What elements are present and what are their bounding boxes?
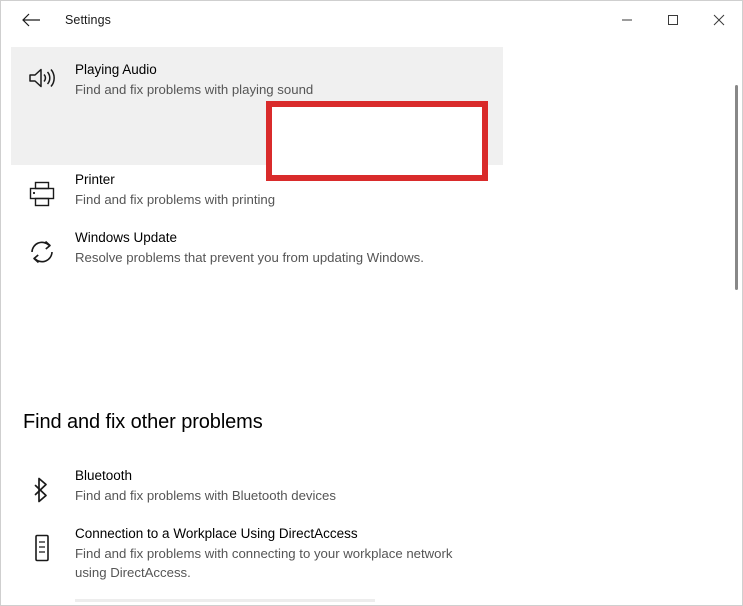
device-icon — [25, 531, 59, 565]
row-title: Connection to a Workplace Using DirectAc… — [75, 525, 501, 542]
speaker-icon-glyph — [28, 66, 56, 90]
troubleshooter-row-clipped[interactable] — [11, 599, 501, 605]
scrollbar-track[interactable] — [730, 39, 742, 605]
troubleshooter-row-printer[interactable]: Printer Find and fix problems with print… — [11, 171, 501, 209]
troubleshooter-row-directaccess[interactable]: Connection to a Workplace Using DirectAc… — [11, 525, 501, 582]
section-heading-other-problems: Find and fix other problems — [23, 411, 263, 434]
sync-icon — [25, 235, 59, 269]
row-description: Find and fix problems with printing — [75, 190, 501, 209]
row-description: Resolve problems that prevent you from u… — [75, 248, 501, 267]
printer-icon-glyph — [28, 180, 56, 208]
sync-icon-glyph — [28, 238, 56, 266]
troubleshooter-row-bluetooth[interactable]: Bluetooth Find and fix problems with Blu… — [11, 467, 501, 505]
settings-window: Settings — [0, 0, 743, 606]
device-icon-glyph — [31, 533, 53, 563]
row-title: Playing Audio — [75, 61, 503, 78]
row-title: Bluetooth — [75, 467, 501, 484]
printer-icon — [25, 177, 59, 211]
arrow-left-icon — [21, 12, 41, 28]
row-text-block: Bluetooth Find and fix problems with Blu… — [75, 467, 501, 505]
settings-content: Additional troubleshooters Find and fix … — [1, 39, 742, 605]
caption-button-group — [604, 1, 742, 39]
bluetooth-icon-glyph — [30, 476, 54, 504]
close-button[interactable] — [696, 1, 742, 39]
row-description: Find and fix problems with connecting to… — [75, 544, 475, 582]
highlight-box-inner-fill — [272, 107, 482, 175]
row-text-block: Connection to a Workplace Using DirectAc… — [75, 525, 501, 582]
troubleshooter-row-windows-update[interactable]: Windows Update Resolve problems that pre… — [11, 229, 501, 267]
close-icon — [713, 14, 725, 26]
title-bar: Settings — [1, 1, 742, 39]
app-title: Settings — [65, 13, 111, 27]
minimize-icon — [621, 14, 633, 26]
maximize-button[interactable] — [650, 1, 696, 39]
maximize-icon — [667, 14, 679, 26]
row-text-block: Windows Update Resolve problems that pre… — [75, 229, 501, 267]
row-description: Find and fix problems with Bluetooth dev… — [75, 486, 501, 505]
speaker-icon — [25, 61, 59, 95]
bluetooth-icon — [25, 473, 59, 507]
back-button[interactable] — [9, 4, 53, 36]
row-title: Printer — [75, 171, 501, 188]
row-description: Find and fix problems with playing sound — [75, 80, 503, 99]
minimize-button[interactable] — [604, 1, 650, 39]
row-title: Windows Update — [75, 229, 501, 246]
row-text-block: Playing Audio Find and fix problems with… — [75, 47, 503, 99]
scrollbar-thumb[interactable] — [735, 85, 738, 290]
clipped-row-text-fragment — [75, 599, 375, 602]
row-text-block: Printer Find and fix problems with print… — [75, 171, 501, 209]
